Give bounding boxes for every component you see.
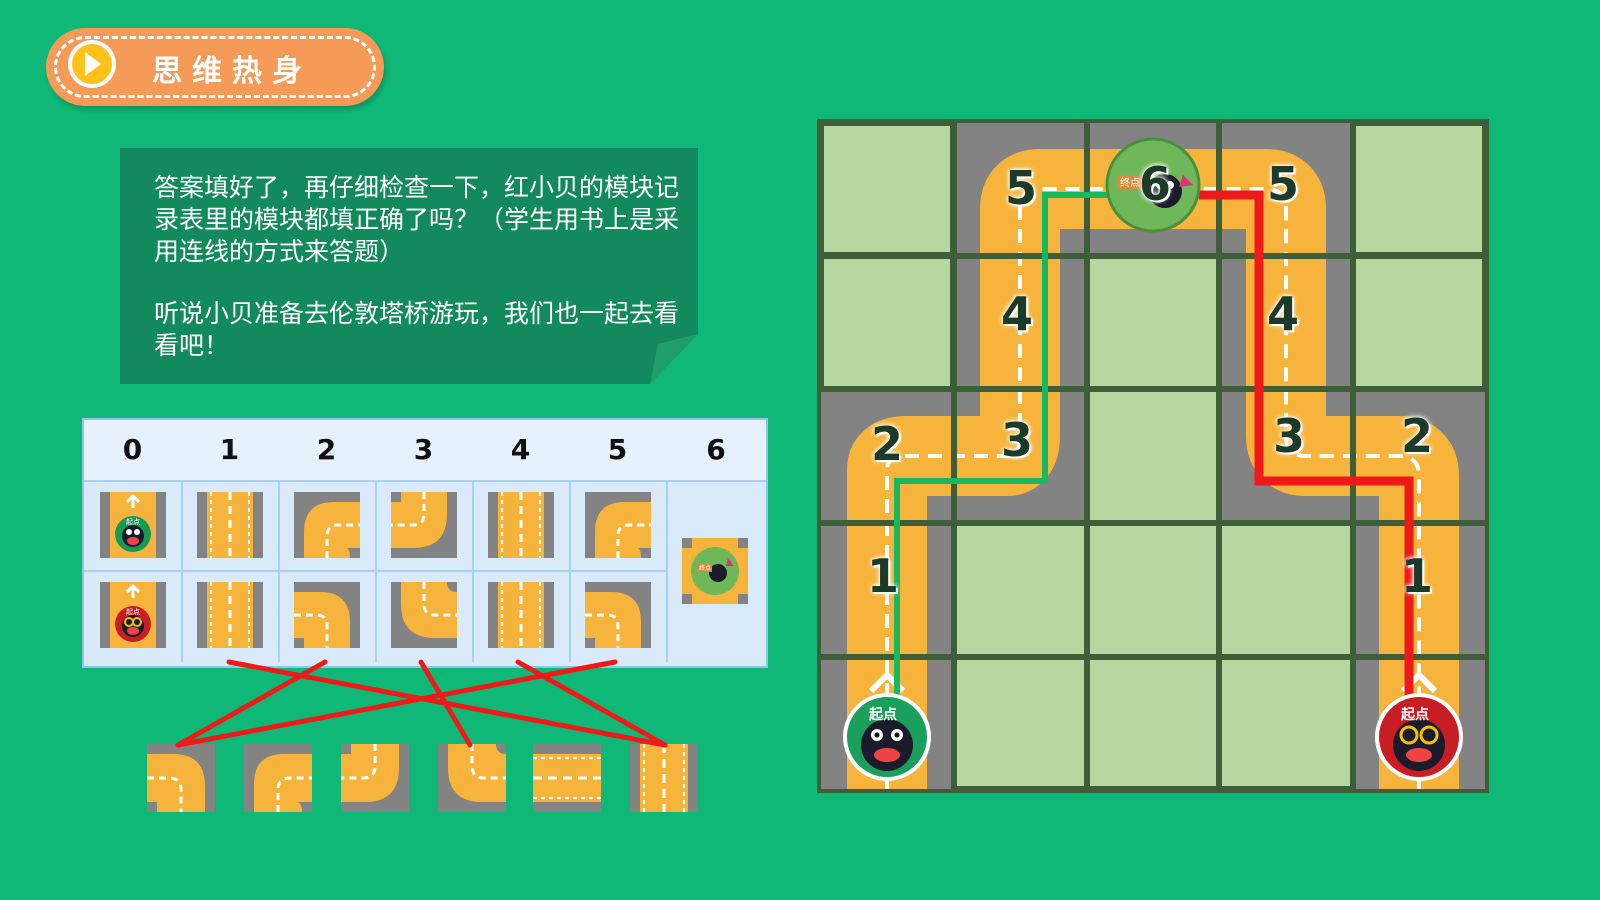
play-icon[interactable] bbox=[68, 40, 116, 88]
bottom-tile-curve[interactable] bbox=[438, 744, 506, 812]
straight-vertical-tile bbox=[488, 582, 554, 648]
start-badge-label: 起点 bbox=[1400, 706, 1429, 723]
step-label-red-4: 4 bbox=[1267, 287, 1300, 341]
start-green-tile: 起点 bbox=[100, 492, 166, 558]
table-cell bbox=[181, 482, 280, 572]
bottom-tile-straight-vertical[interactable] bbox=[630, 744, 698, 812]
finish-tile: 终点 bbox=[682, 538, 748, 604]
table-cell bbox=[472, 482, 571, 572]
col-header-3: 3 bbox=[375, 420, 474, 480]
instruction-paragraph-1: 答案填好了，再仔细检查一下，红小贝的模块记录表里的模块都填正确了吗？（学生用书上… bbox=[154, 173, 680, 266]
instruction-paragraph-2: 听说小贝准备去伦敦塔桥游玩，我们也一起去看看吧！ bbox=[154, 299, 680, 360]
col-header-6: 6 bbox=[666, 420, 766, 480]
curve-tile bbox=[294, 582, 360, 648]
col-header-5: 5 bbox=[569, 420, 668, 480]
table-cell bbox=[472, 572, 571, 662]
curve-tile bbox=[585, 492, 651, 558]
bottom-tile-curve[interactable] bbox=[147, 744, 215, 812]
col-header-1: 1 bbox=[181, 420, 280, 480]
start-badge-label: 起点 bbox=[126, 608, 140, 616]
straight-vertical-tile bbox=[488, 492, 554, 558]
start-red-tile: 起点 bbox=[100, 582, 166, 648]
straight-vertical-tile bbox=[197, 582, 263, 648]
curve-tile bbox=[391, 582, 457, 648]
header-title: 思维热身 bbox=[152, 54, 312, 89]
step-label-green-4: 4 bbox=[1001, 287, 1034, 341]
section-header: 思维热身 bbox=[46, 28, 384, 106]
step-label-red-1: 1 bbox=[1401, 549, 1434, 603]
red-start-badge: 起点 bbox=[1375, 693, 1463, 781]
col-header-4: 4 bbox=[472, 420, 571, 480]
table-cell bbox=[375, 482, 474, 572]
step-label-green-2: 2 bbox=[871, 417, 904, 471]
straight-vertical-tile bbox=[197, 492, 263, 558]
instruction-bubble: 答案填好了，再仔细检查一下，红小贝的模块记录表里的模块都填正确了吗？（学生用书上… bbox=[120, 148, 698, 384]
step-label-green-3: 3 bbox=[1001, 413, 1034, 467]
col-header-0: 0 bbox=[84, 420, 183, 480]
col-header-2: 2 bbox=[278, 420, 377, 480]
bottom-tile-curve[interactable] bbox=[244, 744, 312, 812]
start-badge-label: 起点 bbox=[126, 518, 140, 526]
step-label-finish: 6 bbox=[1139, 157, 1172, 211]
step-label-green-5: 5 bbox=[1005, 161, 1038, 215]
table-cell: 起点 bbox=[84, 572, 183, 662]
table-cell: 起点 bbox=[84, 482, 183, 572]
table-cell bbox=[278, 482, 377, 572]
table-cell bbox=[569, 482, 668, 572]
table-cell bbox=[278, 572, 377, 662]
step-label-red-2: 2 bbox=[1401, 409, 1434, 463]
bottom-tile-straight-horizontal[interactable] bbox=[533, 744, 601, 812]
map-grid: 终点 起点 起点 bbox=[817, 119, 1489, 793]
table-cell bbox=[375, 572, 474, 662]
step-label-red-3: 3 bbox=[1273, 409, 1306, 463]
step-label-green-1: 1 bbox=[867, 549, 900, 603]
finish-badge-label: 终点 bbox=[1120, 176, 1140, 189]
curve-tile bbox=[391, 492, 457, 558]
bottom-tile-curve[interactable] bbox=[341, 744, 409, 812]
curve-tile bbox=[585, 582, 651, 648]
road-map: 终点 起点 起点 1 2 3 4 5 6 5 4 3 2 1 bbox=[817, 119, 1489, 793]
curve-tile bbox=[294, 492, 360, 558]
module-record-table: 0 1 2 3 4 5 6 起点 起点 终点 bbox=[82, 418, 768, 668]
table-cell bbox=[569, 572, 668, 662]
table-cell bbox=[181, 572, 280, 662]
finish-badge-label: 终点 bbox=[699, 564, 711, 572]
start-badge-label: 起点 bbox=[868, 706, 897, 723]
step-label-red-5: 5 bbox=[1267, 157, 1300, 211]
green-start-badge: 起点 bbox=[843, 693, 931, 781]
